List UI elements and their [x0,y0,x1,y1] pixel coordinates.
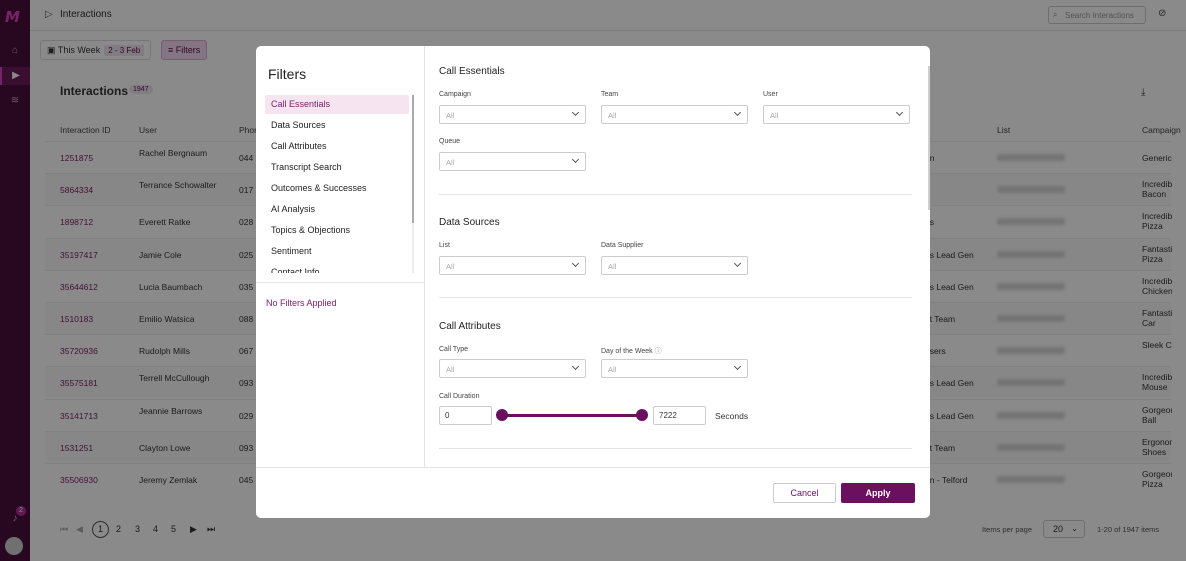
duration-unit: Seconds [715,411,749,421]
nav-call-essentials[interactable]: Call Essentials [265,95,409,114]
chevron-down-icon [733,362,742,371]
section-call-essentials-title: Call Essentials [439,66,505,77]
nav-outcomes-successes[interactable]: Outcomes & Successes [265,179,409,198]
filters-sidebar: Filters Call Essentials Data Sources Cal… [256,46,425,467]
day-of-week-label-wrap: Day of the Week ⓘ [601,346,662,356]
user-label: User [763,91,778,98]
nav-data-sources[interactable]: Data Sources [265,116,409,135]
duration-min-handle[interactable] [496,409,508,421]
duration-max-handle[interactable] [636,409,648,421]
chevron-down-icon [733,108,742,117]
nav-transcript-search[interactable]: Transcript Search [265,158,409,177]
section-divider [439,194,912,195]
section-call-attributes-title: Call Attributes [439,321,501,332]
nav-topics-objections[interactable]: Topics & Objections [265,221,409,240]
nav-call-attributes[interactable]: Call Attributes [265,137,409,156]
section-divider [439,448,912,449]
chevron-down-icon [733,259,742,268]
filters-modal: Filters Call Essentials Data Sources Cal… [256,46,930,518]
cancel-button[interactable]: Cancel [773,483,836,503]
chevron-down-icon [571,155,580,164]
filters-nav: Call Essentials Data Sources Call Attrib… [265,95,411,273]
campaign-value: All [446,111,455,120]
nav-scrollbar[interactable] [412,95,414,273]
team-value: All [608,111,617,120]
chevron-down-icon [571,362,580,371]
duration-max-input[interactable]: 7222 [653,406,706,425]
content-scrollbar[interactable] [928,66,930,210]
nav-contact-info[interactable]: Contact Info [265,263,409,273]
day-of-week-select[interactable]: All [601,359,748,378]
queue-value: All [446,158,455,167]
data-supplier-select[interactable]: All [601,256,748,275]
chevron-down-icon [571,259,580,268]
no-filters-applied: No Filters Applied [266,298,337,308]
info-icon[interactable]: ⓘ [655,348,662,355]
campaign-label: Campaign [439,91,471,98]
list-select[interactable]: All [439,256,586,275]
team-select[interactable]: All [601,105,748,124]
user-select[interactable]: All [763,105,910,124]
chevron-down-icon [895,108,904,117]
call-type-select[interactable]: All [439,359,586,378]
team-label: Team [601,91,619,98]
sidebar-divider [256,282,425,283]
call-type-label: Call Type [439,346,469,353]
chevron-down-icon [571,108,580,117]
nav-sentiment[interactable]: Sentiment [265,242,409,261]
section-data-sources-title: Data Sources [439,217,500,228]
data-supplier-label: Data Supplier [601,242,644,249]
queue-select[interactable]: All [439,152,586,171]
queue-label: Queue [439,138,461,145]
apply-button[interactable]: Apply [841,483,915,503]
data-supplier-value: All [608,262,617,271]
user-value: All [770,111,779,120]
campaign-select[interactable]: All [439,105,586,124]
modal-title: Filters [268,66,307,82]
list-value: All [446,262,455,271]
nav-scrollbar-thumb[interactable] [412,95,414,223]
call-duration-label: Call Duration [439,393,480,400]
modal-footer: Cancel Apply [256,467,930,518]
day-of-week-value: All [608,365,617,374]
day-of-week-label: Day of the Week [601,348,653,355]
section-divider [439,297,912,298]
filters-content: Call Essentials Campaign All Team All Us… [425,46,930,467]
duration-min-input[interactable]: 0 [439,406,492,425]
duration-slider-track[interactable] [501,414,642,417]
call-type-value: All [446,365,455,374]
nav-ai-analysis[interactable]: AI Analysis [265,200,409,219]
list-label: List [439,242,450,249]
